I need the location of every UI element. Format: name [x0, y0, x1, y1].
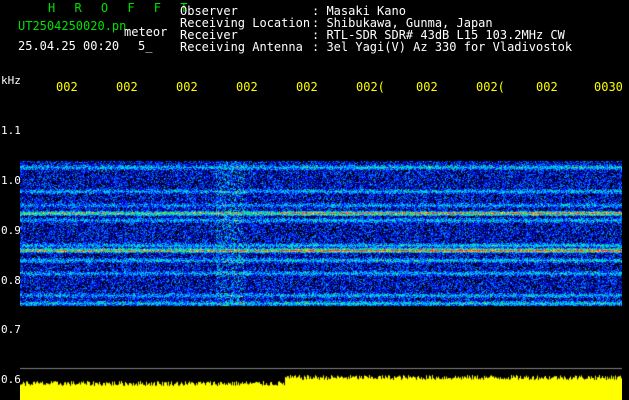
time-tick: 0030	[594, 80, 623, 94]
time-tick: 002(	[356, 80, 385, 94]
filename: UT2504250020.pn	[18, 19, 127, 33]
spectrogram-plot	[20, 95, 622, 370]
antenna-value: : 3el Yagi(V) Az 330 for Vladivostok	[312, 40, 573, 54]
unit-label: kHz	[1, 74, 21, 87]
extra-code: 5_	[138, 39, 153, 53]
time-tick: 002	[56, 80, 78, 94]
antenna-label: Receiving Antenna	[180, 40, 303, 54]
datetime: 25.04.25 00:20	[18, 39, 120, 53]
time-tick: 002	[536, 80, 558, 94]
freq-tick: 0.6	[1, 373, 21, 386]
freq-tick: 0.8	[1, 274, 21, 287]
time-tick: 002	[176, 80, 198, 94]
time-tick: 002	[416, 80, 438, 94]
meteor-tag: meteor	[124, 25, 168, 39]
freq-tick: 1.0	[1, 174, 21, 187]
time-tick: 002(	[476, 80, 505, 94]
signal-level-bar	[20, 371, 622, 400]
freq-tick: 0.7	[1, 323, 21, 336]
app-title: H R O F F T	[48, 1, 194, 15]
time-tick: 002	[236, 80, 258, 94]
freq-tick: 1.1	[1, 124, 21, 137]
freq-tick: 0.9	[1, 224, 21, 237]
time-tick: 002	[296, 80, 318, 94]
time-tick: 002	[116, 80, 138, 94]
